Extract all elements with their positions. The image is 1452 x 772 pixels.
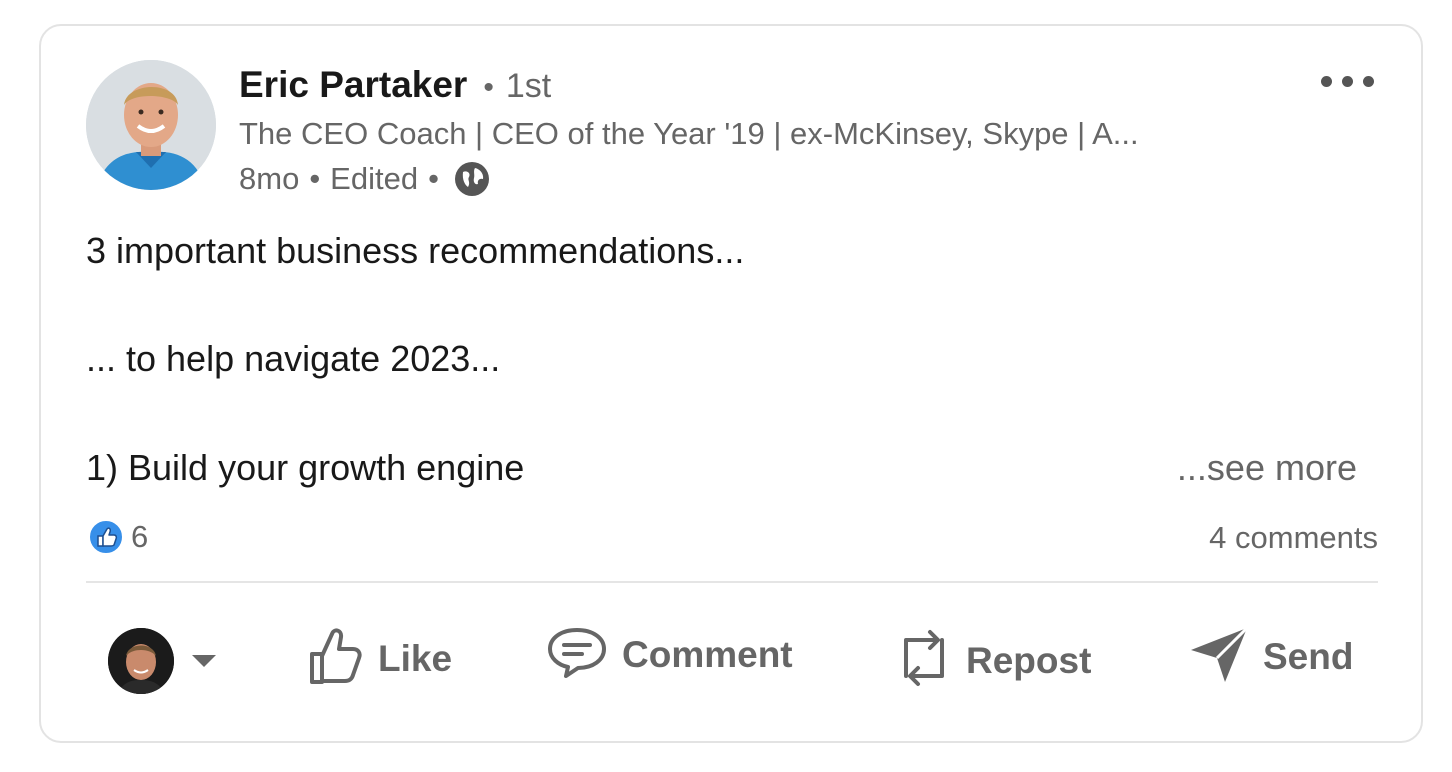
repost-label: Repost: [966, 639, 1092, 681]
author-line: Eric Partaker • 1st: [239, 64, 551, 106]
thumbs-up-icon: [306, 624, 364, 693]
reaction-actor-selector[interactable]: [108, 628, 216, 694]
edited-label: Edited: [330, 161, 419, 196]
send-icon: [1189, 624, 1249, 689]
see-more-link[interactable]: ...see more: [1177, 447, 1357, 489]
like-label: Like: [378, 637, 453, 679]
separator-dot: •: [309, 161, 321, 196]
reactions-summary[interactable]: 6: [87, 518, 148, 556]
more-options-icon: [1320, 75, 1332, 87]
post-meta: 8mo • Edited •: [239, 160, 491, 198]
repost-button[interactable]: Repost: [896, 624, 1091, 697]
current-user-avatar: [108, 628, 174, 694]
more-options-button[interactable]: [1317, 70, 1377, 92]
post-text-line: 1) Build your growth engine: [86, 447, 525, 488]
author-avatar[interactable]: [86, 60, 216, 190]
like-button[interactable]: Like: [306, 624, 452, 693]
post-age: 8mo: [239, 161, 300, 196]
more-options-icon-dot: [1341, 75, 1353, 87]
post-text-line: 3 important business recommendations...: [86, 230, 745, 271]
comments-count[interactable]: 4 comments: [1209, 520, 1378, 556]
post-text-line: ... to help navigate 2023...: [86, 338, 501, 379]
author-avatar-photo-icon: [86, 60, 216, 190]
send-button[interactable]: Send: [1189, 624, 1353, 689]
separator-dot: •: [483, 71, 494, 104]
post-card: Eric Partaker • 1st The CEO Coach | CEO …: [39, 24, 1423, 743]
action-bar: Like Comment Repost Send: [86, 616, 1378, 706]
chevron-down-icon: [192, 655, 216, 667]
author-headline: The CEO Coach | CEO of the Year '19 | ex…: [239, 116, 1139, 151]
reaction-count: 6: [131, 519, 149, 554]
divider: [86, 581, 1378, 583]
author-name[interactable]: Eric Partaker: [239, 64, 467, 106]
connection-degree: 1st: [505, 67, 552, 105]
comment-label: Comment: [622, 633, 793, 675]
like-reaction-icon: [87, 518, 125, 556]
repost-icon: [896, 624, 952, 697]
separator-dot: •: [428, 161, 439, 196]
comment-button[interactable]: Comment: [546, 624, 793, 685]
more-options-icon-dot: [1362, 75, 1374, 87]
globe-icon: [453, 160, 491, 198]
send-label: Send: [1263, 635, 1354, 677]
comment-icon: [546, 624, 608, 685]
